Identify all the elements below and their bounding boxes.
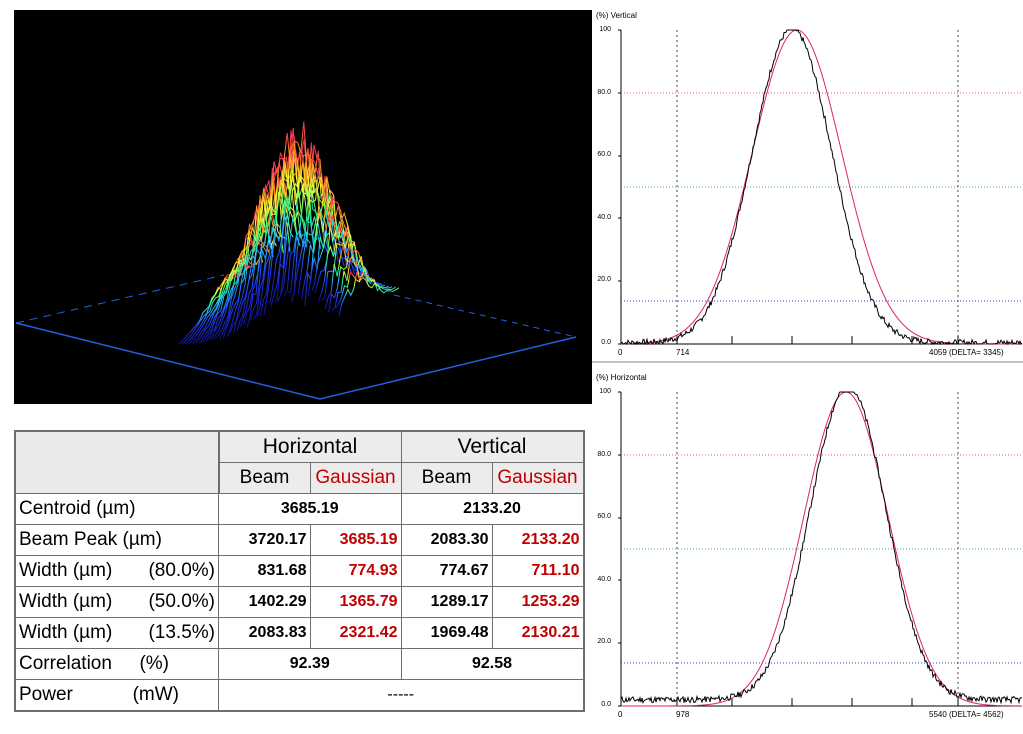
label-text: Power bbox=[19, 684, 73, 705]
correlation-horizontal: 92.39 bbox=[218, 648, 402, 680]
cell-value: 2133.20 bbox=[491, 524, 584, 556]
label-text: Width (µm) bbox=[19, 591, 113, 612]
profile-plots-panel: (%) Vertical 100 80.0 60.0 40.0 20.0 0.0… bbox=[592, 0, 1023, 730]
row-label-width-135: Width (µm) (13.5%) bbox=[14, 617, 219, 649]
row-label-centroid: Centroid (µm) bbox=[14, 493, 219, 525]
x-label-end: 5540 (DELTA= 4562) bbox=[929, 710, 1004, 719]
centroid-vertical: 2133.20 bbox=[400, 493, 584, 525]
beam-3d-view[interactable] bbox=[14, 10, 592, 404]
cell-value: 774.67 bbox=[400, 555, 493, 587]
cell-value: 831.68 bbox=[218, 555, 311, 587]
x-label-start: 0 bbox=[618, 348, 623, 357]
cell-value: 2083.30 bbox=[400, 524, 493, 556]
row-label-width-50: Width (µm) (50.0%) bbox=[14, 586, 219, 618]
label-pct: (50.0%) bbox=[148, 591, 215, 612]
cell-value: 774.93 bbox=[309, 555, 402, 587]
label-pct: (%) bbox=[139, 653, 169, 674]
cell-value: 3720.17 bbox=[218, 524, 311, 556]
x-label-cursor: 714 bbox=[676, 348, 690, 357]
header-horizontal: Horizontal bbox=[218, 430, 402, 463]
label-pct: (mW) bbox=[132, 684, 179, 705]
vertical-profile-plot[interactable]: (%) Vertical 100 80.0 60.0 40.0 20.0 0.0… bbox=[592, 10, 1023, 372]
label-text: Width (µm) bbox=[19, 560, 113, 581]
power-value: ----- bbox=[218, 679, 584, 712]
cell-value: 2130.21 bbox=[491, 617, 584, 649]
cell-value: 1365.79 bbox=[309, 586, 402, 618]
centroid-horizontal: 3685.19 bbox=[218, 493, 402, 525]
beam-profile-curve bbox=[620, 391, 1023, 705]
cell-value: 1969.48 bbox=[400, 617, 493, 649]
base-plane-back-right bbox=[393, 294, 577, 338]
subhead-v-gaussian: Gaussian bbox=[491, 462, 584, 494]
x-label-start: 0 bbox=[618, 710, 623, 719]
cell-value: 1402.29 bbox=[218, 586, 311, 618]
table-row: Power (mW) ----- bbox=[14, 679, 584, 712]
separator bbox=[0, 404, 592, 428]
horizontal-profile-plot[interactable]: (%) Horizontal 100 80.0 60.0 40.0 20.0 0… bbox=[592, 372, 1023, 734]
beam-statistics-table: Horizontal Vertical Beam Gaussian Beam G… bbox=[14, 430, 585, 712]
x-label-end: 4059 (DELTA= 3345) bbox=[929, 348, 1004, 357]
subhead-h-gaussian: Gaussian bbox=[309, 462, 402, 494]
label-text: Correlation bbox=[19, 653, 112, 674]
row-label-beam-peak: Beam Peak (µm) bbox=[14, 524, 219, 556]
row-label-power: Power (mW) bbox=[14, 679, 219, 712]
cell-value: 2321.42 bbox=[309, 617, 402, 649]
base-plane-back-edge bbox=[15, 274, 225, 324]
vertical-plot-canvas bbox=[592, 29, 1023, 363]
table-row: Width (µm) (80.0%) 831.68 774.93 774.67 7… bbox=[14, 555, 584, 587]
table-row: Beam Peak (µm) 3720.17 3685.19 2083.30 2… bbox=[14, 524, 584, 556]
table-corner bbox=[14, 430, 220, 494]
beam-3d-surface bbox=[15, 121, 577, 400]
label-pct: (13.5%) bbox=[148, 622, 215, 643]
table-row: Correlation (%) 92.39 92.58 bbox=[14, 648, 584, 680]
row-label-width-80: Width (µm) (80.0%) bbox=[14, 555, 219, 587]
correlation-vertical: 92.58 bbox=[400, 648, 584, 680]
base-plane-edge bbox=[15, 322, 577, 400]
x-label-cursor: 978 bbox=[676, 710, 690, 719]
beam-surface-mesh bbox=[178, 121, 400, 345]
cell-value: 711.10 bbox=[491, 555, 584, 587]
table-row: Centroid (µm) 3685.19 2133.20 bbox=[14, 493, 584, 525]
label-pct: (80.0%) bbox=[148, 560, 215, 581]
cell-value: 1253.29 bbox=[491, 586, 584, 618]
cell-value: 3685.19 bbox=[309, 524, 402, 556]
cell-value: 1289.17 bbox=[400, 586, 493, 618]
subhead-h-beam: Beam bbox=[218, 462, 311, 494]
horizontal-plot-canvas bbox=[618, 391, 1023, 707]
table-row: Width (µm) (13.5%) 2083.83 2321.42 1969.4… bbox=[14, 617, 584, 649]
subhead-v-beam: Beam bbox=[400, 462, 493, 494]
cell-value: 2083.83 bbox=[218, 617, 311, 649]
table-row: Width (µm) (50.0%) 1402.29 1365.79 1289.1… bbox=[14, 586, 584, 618]
header-vertical: Vertical bbox=[400, 430, 584, 463]
label-text: Width (µm) bbox=[19, 622, 113, 643]
row-label-correlation: Correlation (%) bbox=[14, 648, 219, 680]
